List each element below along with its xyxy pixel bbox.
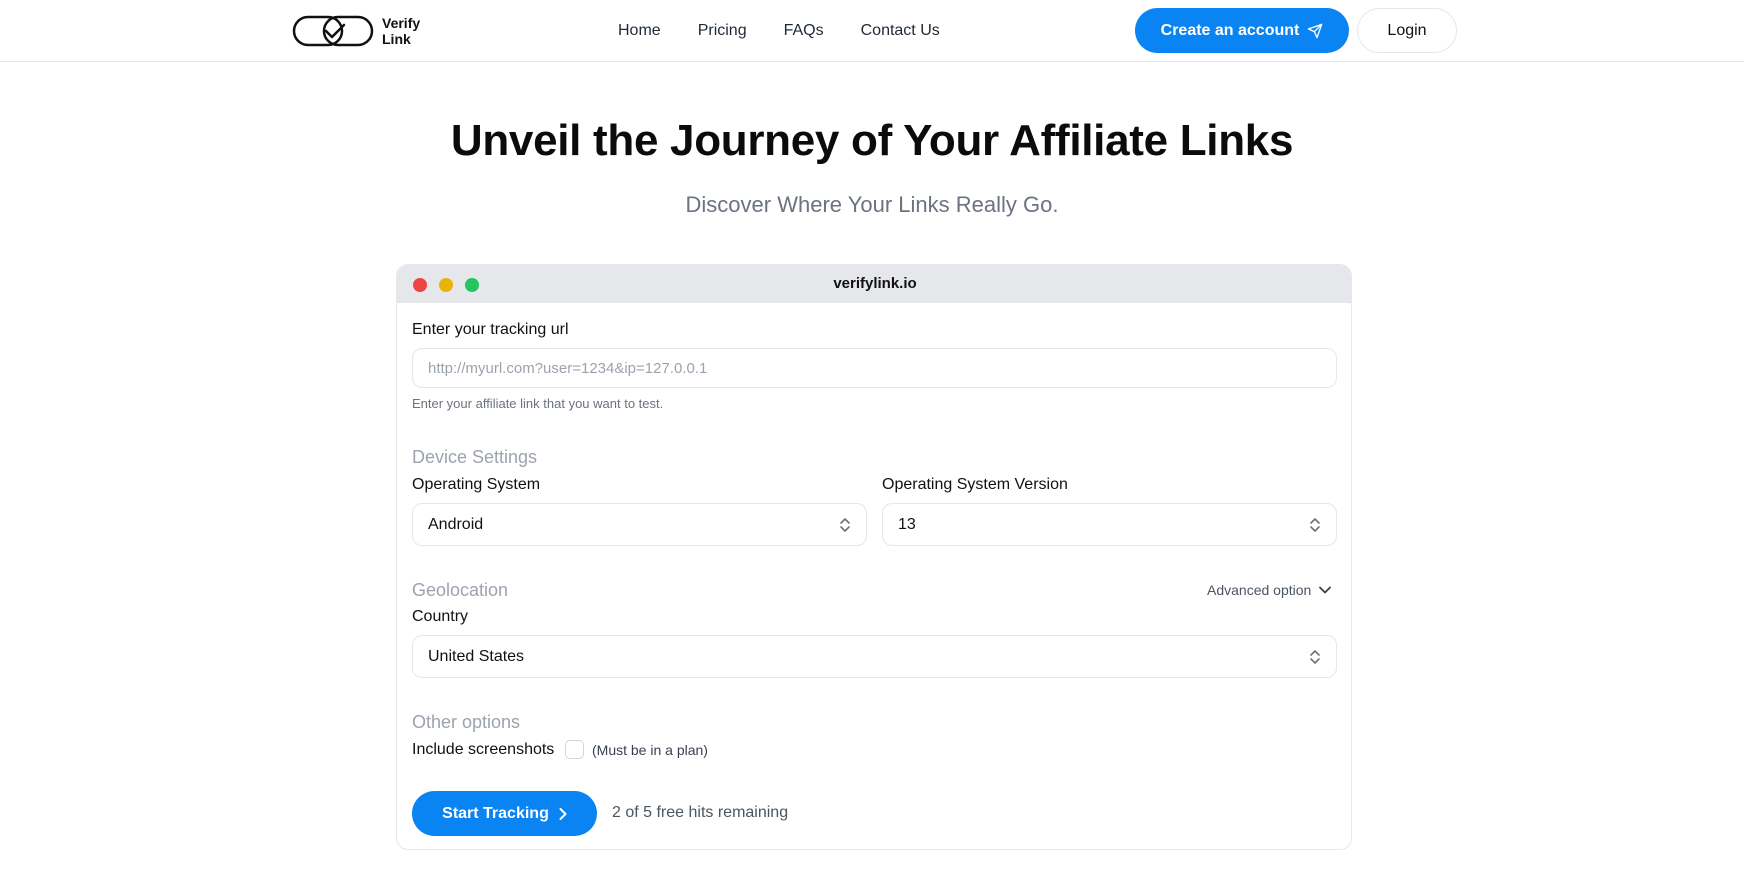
chevron-updown-icon xyxy=(1310,650,1320,664)
tracking-form-card: verifylink.io Enter your tracking url ht… xyxy=(396,264,1352,850)
start-tracking-button[interactable]: Start Tracking xyxy=(412,791,597,836)
nav-faqs[interactable]: FAQs xyxy=(784,19,824,43)
hero-subtitle: Discover Where Your Links Really Go. xyxy=(685,192,1059,217)
window-title-bar: verifylink.io xyxy=(397,265,1351,303)
link-check-logo-icon xyxy=(292,15,374,47)
login-button[interactable]: Login xyxy=(1357,8,1457,53)
os-select[interactable]: Android xyxy=(412,503,867,546)
country-select-value: United States xyxy=(428,647,525,665)
nav-contact-us[interactable]: Contact Us xyxy=(861,19,940,43)
other-options-heading: Other options xyxy=(412,712,521,732)
advanced-option-toggle[interactable]: Advanced option xyxy=(1207,582,1332,598)
os-version-label: Operating System Version xyxy=(882,476,1068,493)
plan-required-note: (Must be in a plan) xyxy=(592,742,708,758)
nav-pricing[interactable]: Pricing xyxy=(698,19,747,43)
tracking-url-label: Enter your tracking url xyxy=(412,321,569,338)
send-icon xyxy=(1308,23,1323,38)
chevron-down-icon xyxy=(1319,586,1332,594)
os-version-select[interactable]: 13 xyxy=(882,503,1337,546)
os-label: Operating System xyxy=(412,476,541,493)
advanced-option-label: Advanced option xyxy=(1207,582,1312,598)
main-nav: Home Pricing FAQs Contact Us xyxy=(618,19,977,43)
logo-text-line2: Link xyxy=(382,31,411,47)
os-version-select-value: 13 xyxy=(898,515,916,533)
create-account-button[interactable]: Create an account xyxy=(1135,8,1349,53)
free-hits-remaining: 2 of 5 free hits remaining xyxy=(612,804,789,821)
logo-text-line1: Verify xyxy=(382,15,421,31)
nav-home[interactable]: Home xyxy=(618,19,661,43)
tracking-url-input[interactable]: http://myurl.com?user=1234&ip=127.0.0.1 xyxy=(412,348,1337,388)
include-screenshots-checkbox[interactable] xyxy=(565,740,584,759)
logo-text: Verify Link xyxy=(382,15,420,47)
create-account-label: Create an account xyxy=(1160,21,1300,39)
chevron-right-icon xyxy=(559,807,567,820)
include-screenshots-label: Include screenshots xyxy=(412,741,555,758)
start-tracking-label: Start Tracking xyxy=(442,804,549,822)
chevron-updown-icon xyxy=(1310,518,1320,532)
top-navbar: Verify Link Home Pricing FAQs Contact Us… xyxy=(0,0,1744,62)
device-settings-heading: Device Settings xyxy=(412,447,538,467)
chevron-updown-icon xyxy=(840,518,850,532)
hero-title: Unveil the Journey of Your Affiliate Lin… xyxy=(450,116,1294,165)
logo[interactable]: Verify Link xyxy=(292,14,420,48)
country-select[interactable]: United States xyxy=(412,635,1337,678)
geolocation-heading: Geolocation xyxy=(412,580,509,600)
os-select-value: Android xyxy=(428,515,484,533)
window-domain: verifylink.io xyxy=(833,275,917,292)
country-label: Country xyxy=(412,608,469,625)
tracking-url-hint: Enter your affiliate link that you want … xyxy=(412,396,664,411)
